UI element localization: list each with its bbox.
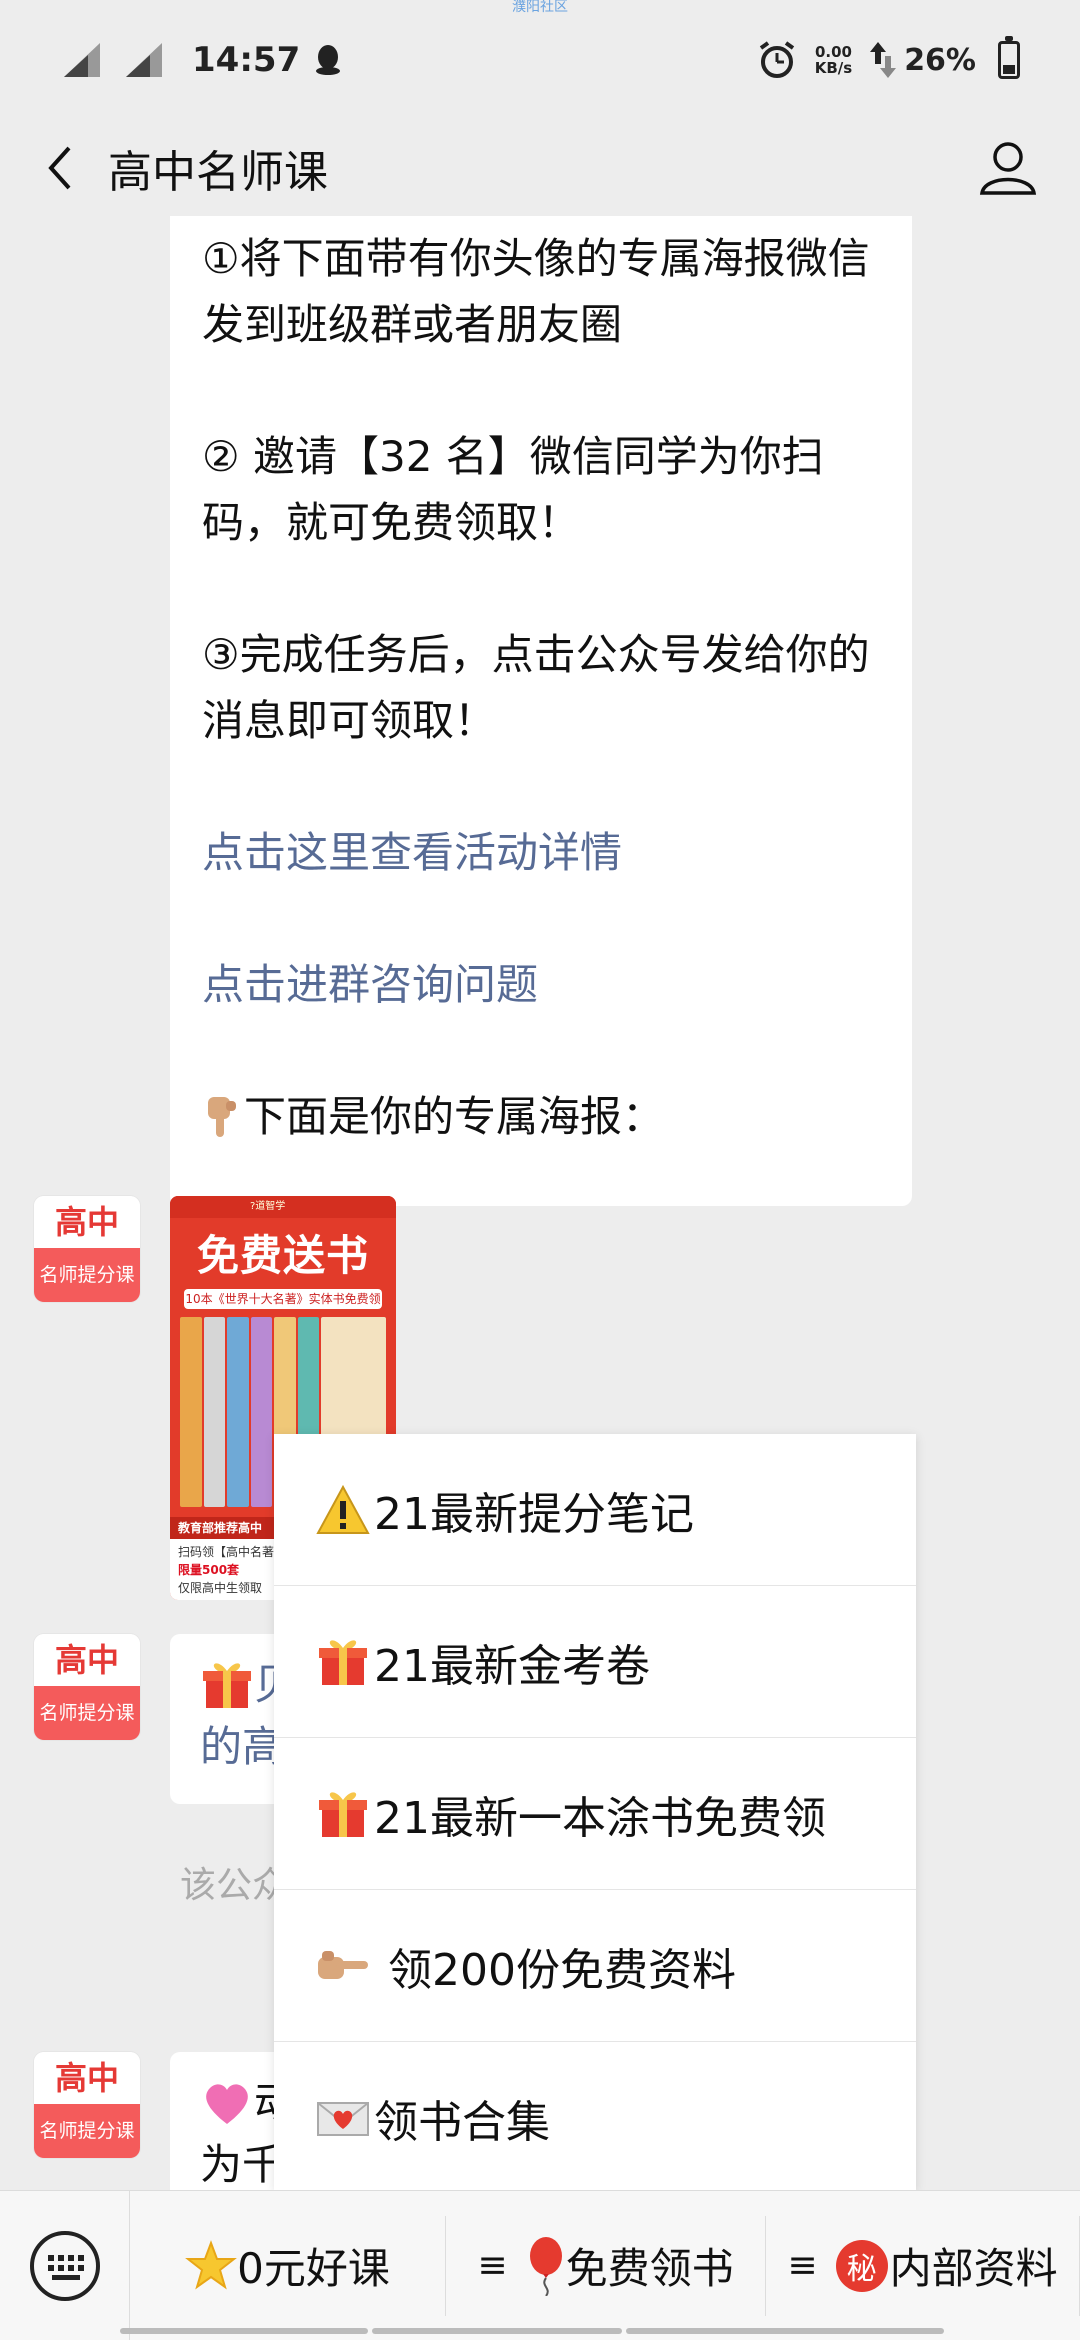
signal-icon [126, 43, 162, 77]
bottom-menu-bar: 0元好课 ≡ 免费领书 ≡ 秘 内部资料 [0, 2190, 1080, 2340]
keyboard-icon [29, 2230, 100, 2301]
popup-menu: 21最新提分笔记 21最新金考卷 21最新一本涂书免费领 领200份免费资料 领… [274, 1434, 916, 2190]
status-bar: 14:57 0.00 KB/s 26% [0, 0, 1080, 120]
chevron-left-icon [48, 146, 71, 190]
gift-icon [203, 1663, 251, 1708]
qq-icon [316, 45, 341, 75]
person-icon [979, 142, 1037, 195]
menu-item-collection[interactable]: 领书合集 [274, 2042, 916, 2194]
gift-icon [319, 1791, 367, 1837]
avatar[interactable]: 高中 名师提分课 [34, 1196, 140, 1302]
poster-brand: ?道智学 [170, 1196, 396, 1218]
poster-title: 免费送书 [196, 1231, 369, 1280]
profile-button[interactable] [976, 136, 1040, 200]
signal-icon [64, 43, 100, 77]
balloon-icon [529, 2236, 562, 2296]
gift-icon [319, 1639, 367, 1685]
clock: 14:57 [192, 40, 301, 80]
menu-item-notes[interactable]: 21最新提分笔记 [274, 1434, 916, 1586]
secret-icon: 秘 [835, 2239, 888, 2292]
menu-tab-free-course[interactable]: 0元好课 [130, 2215, 446, 2316]
message-bubble: ①将下面带有你头像的专属海报微信发到班级群或者朋友圈 ② 邀请【32 名】微信同… [170, 216, 912, 1206]
data-transfer-icon [870, 42, 897, 78]
pointing-down-icon [208, 1097, 236, 1137]
instruction-2: ② 邀请【32 名】微信同学为你扫码，就可免费领取！ [202, 432, 824, 547]
menu-lines-icon: ≡ [477, 2245, 508, 2286]
system-tip: 该公众 [180, 1865, 289, 1906]
join-group-link[interactable]: 点击进群咨询问题 [202, 952, 880, 1018]
menu-lines-icon: ≡ [787, 2245, 818, 2286]
heart-icon [206, 2084, 248, 2124]
back-button[interactable] [30, 138, 90, 198]
warning-icon [316, 1484, 370, 1534]
battery-percent: 26% [904, 42, 976, 78]
activity-details-link[interactable]: 点击这里查看活动详情 [202, 820, 880, 886]
poster-subtitle: 10本《世界十大名著》实体书免费领 [184, 1289, 382, 1309]
pointing-hand-icon [318, 1950, 368, 1979]
menu-item-materials[interactable]: 领200份免费资料 [274, 1890, 916, 2042]
instruction-3: ③完成任务后，点击公众号发给你的消息即可领取！ [202, 630, 870, 745]
battery-icon [998, 36, 1020, 79]
menu-item-book[interactable]: 21最新一本涂书免费领 [274, 1738, 916, 1890]
poster-intro: 下面是你的专属海报： [202, 1084, 880, 1150]
home-indicator [120, 2328, 368, 2334]
alarm-icon [759, 41, 794, 78]
menu-tab-free-books[interactable]: ≡ 免费领书 [446, 2215, 766, 2316]
nav-bar: 高中名师课 [0, 120, 1080, 216]
net-speed: 0.00 KB/s [814, 43, 853, 77]
instruction-1: ①将下面带有你头像的专属海报微信发到班级群或者朋友圈 [202, 234, 870, 349]
home-indicator [372, 2328, 622, 2334]
home-indicator [626, 2328, 944, 2334]
avatar[interactable]: 高中 名师提分课 [34, 1634, 140, 1740]
keyboard-toggle-button[interactable] [0, 2190, 130, 2340]
page-title: 高中名师课 [108, 147, 328, 198]
star-icon [185, 2239, 238, 2289]
menu-tab-internal-materials[interactable]: ≡ 秘 内部资料 [766, 2215, 1080, 2316]
love-letter-icon [317, 2102, 369, 2136]
menu-item-exam[interactable]: 21最新金考卷 [274, 1586, 916, 1738]
avatar[interactable]: 高中 名师提分课 [34, 2052, 140, 2158]
